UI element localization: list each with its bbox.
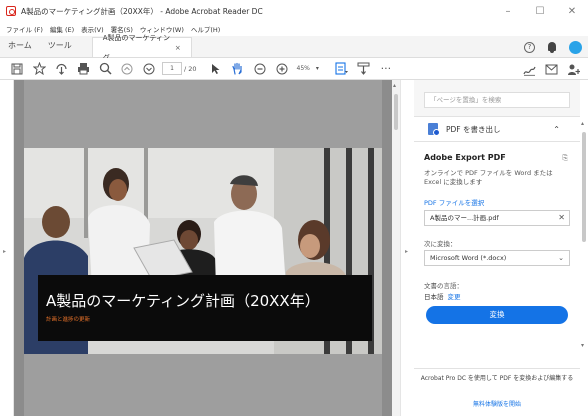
document-scrollbar[interactable]: ▴ [392, 80, 400, 416]
scroll-mode-icon[interactable] [353, 58, 375, 80]
next-page-icon[interactable] [138, 58, 160, 80]
document-title: A製品のマーケティング計画（20XX年） [46, 292, 320, 310]
zoom-out-icon[interactable] [249, 58, 271, 80]
convert-button[interactable]: 変換 [426, 306, 568, 324]
sign-icon[interactable] [518, 58, 540, 80]
left-panel-toggle[interactable]: ▸ [0, 80, 14, 416]
minimize-button[interactable]: – [492, 0, 524, 22]
export-title: Adobe Export PDF [424, 153, 506, 162]
export-description: オンラインで PDF ファイルを Word または Excel に変換します [424, 169, 553, 186]
expand-right-icon: ▸ [3, 248, 7, 255]
bell-icon[interactable] [547, 41, 557, 53]
menu-file[interactable]: ファイル (F) [6, 24, 43, 34]
tab-document[interactable]: A製品のマーケティング... × [91, 34, 192, 62]
zoom-in-icon[interactable] [271, 58, 293, 80]
page-number-input[interactable]: 1 [162, 62, 182, 75]
file-name: A製品のマー...計画.pdf [430, 214, 499, 222]
pro-promo: Acrobat Pro DC を使用して PDF を変換および編集する 無料体験… [414, 368, 580, 416]
zoom-value: 45% [296, 65, 310, 72]
window-controls: – ☐ ✕ [492, 0, 588, 22]
title-caption-box: A製品のマーケティング計画（20XX年） 計画と進捗の更新 [38, 275, 372, 341]
hand-tool-icon[interactable] [227, 58, 249, 80]
toolbar-right [518, 58, 584, 80]
language-label: 文書の言語： [424, 282, 463, 290]
tab-tools[interactable]: ツール [40, 35, 80, 57]
change-language-link[interactable]: 変更 [448, 293, 461, 301]
menu-bar: ファイル (F) 編集 (E) 表示(V) 署名(S) ウィンドウ(W) ヘルプ… [0, 22, 588, 36]
tab-bar-actions: ? [524, 36, 582, 58]
scroll-up-icon[interactable]: ▴ [393, 82, 396, 89]
title-bar: A製品のマーケティング計画（20XX年） - Adobe Acrobat Rea… [0, 0, 588, 22]
menu-help[interactable]: ヘルプ(H) [191, 24, 220, 34]
add-user-icon[interactable] [562, 58, 584, 80]
tab-bar: ホーム ツール A製品のマーケティング... × ? [0, 34, 588, 62]
select-file-link[interactable]: PDF ファイルを選択 [424, 197, 484, 207]
more-tools-icon[interactable]: ··· [375, 58, 397, 80]
previous-page-region [24, 80, 382, 148]
format-value: Microsoft Word (*.docx) [430, 254, 507, 262]
save-icon[interactable] [6, 58, 28, 80]
previous-page-icon[interactable] [116, 58, 138, 80]
export-pdf-body: Adobe Export PDF ⎘ オンラインで PDF ファイルを Word… [414, 142, 580, 368]
share-icon[interactable] [50, 58, 72, 80]
close-tab-icon[interactable]: × [175, 38, 181, 58]
export-pdf-header[interactable]: PDF を書き出し ⌃ [414, 116, 580, 142]
panel-scroll-thumb[interactable] [582, 132, 586, 242]
tab-home[interactable]: ホーム [0, 35, 40, 57]
scroll-up-icon[interactable]: ▴ [581, 120, 584, 127]
document-subtitle: 計画と進捗の更新 [46, 317, 91, 323]
toolbar: 1 / 20 45% ▾ ··· [0, 58, 588, 80]
language-row: 日本語 変更 [424, 291, 461, 301]
selected-file-field[interactable]: A製品のマー...計画.pdf ✕ [424, 210, 570, 226]
tools-pane: 「ページを置換」を検索 PDF を書き出し ⌃ Adobe Export PDF… [414, 80, 580, 416]
chevron-up-icon[interactable]: ⌃ [553, 125, 560, 134]
panel-scrollbar[interactable]: ▴ ▾ [580, 80, 588, 416]
star-icon[interactable] [28, 58, 50, 80]
chevron-down-icon: ⌄ [558, 254, 564, 262]
free-trial-link[interactable]: 無料体験版を開始 [414, 399, 580, 408]
search-icon[interactable] [94, 58, 116, 80]
language-value: 日本語 [424, 293, 444, 301]
acrobat-icon [6, 6, 16, 16]
next-page-region [24, 354, 382, 416]
scroll-down-icon[interactable]: ▾ [581, 342, 584, 349]
promo-text: Acrobat Pro DC を使用して PDF を変換および編集する [420, 375, 574, 382]
convert-to-label: 次に変換： [424, 240, 457, 248]
collapse-right-icon: ▸ [405, 248, 409, 255]
page-total: / 20 [184, 64, 197, 73]
fit-page-icon[interactable] [331, 58, 353, 80]
link-icon[interactable]: ⎘ [562, 154, 568, 163]
document-view[interactable]: A製品のマーケティング計画（20XX年） 計画と進捗の更新 [14, 80, 398, 416]
print-icon[interactable] [72, 58, 94, 80]
export-pdf-label: PDF を書き出し [446, 124, 501, 134]
scroll-thumb[interactable] [394, 94, 398, 130]
menu-edit[interactable]: 編集 (E) [50, 24, 74, 34]
tools-search-input[interactable]: 「ページを置換」を検索 [424, 92, 570, 108]
select-cursor-icon[interactable] [205, 58, 227, 80]
window-title: A製品のマーケティング計画（20XX年） - Adobe Acrobat Rea… [21, 6, 263, 16]
help-icon[interactable]: ? [524, 41, 535, 53]
pdf-page: A製品のマーケティング計画（20XX年） 計画と進捗の更新 [24, 148, 382, 354]
close-button[interactable]: ✕ [556, 0, 588, 22]
maximize-button[interactable]: ☐ [524, 0, 556, 22]
format-select[interactable]: Microsoft Word (*.docx) ⌄ [424, 250, 570, 266]
chevron-down-icon: ▾ [315, 65, 319, 72]
clear-file-icon[interactable]: ✕ [558, 211, 565, 225]
export-pdf-icon [428, 123, 440, 136]
zoom-select[interactable]: 45% ▾ [297, 65, 319, 72]
right-panel-toggle[interactable]: ▸ [400, 80, 414, 416]
mail-icon[interactable] [540, 58, 562, 80]
menu-view[interactable]: 表示(V) [81, 24, 104, 34]
avatar[interactable] [569, 40, 582, 54]
